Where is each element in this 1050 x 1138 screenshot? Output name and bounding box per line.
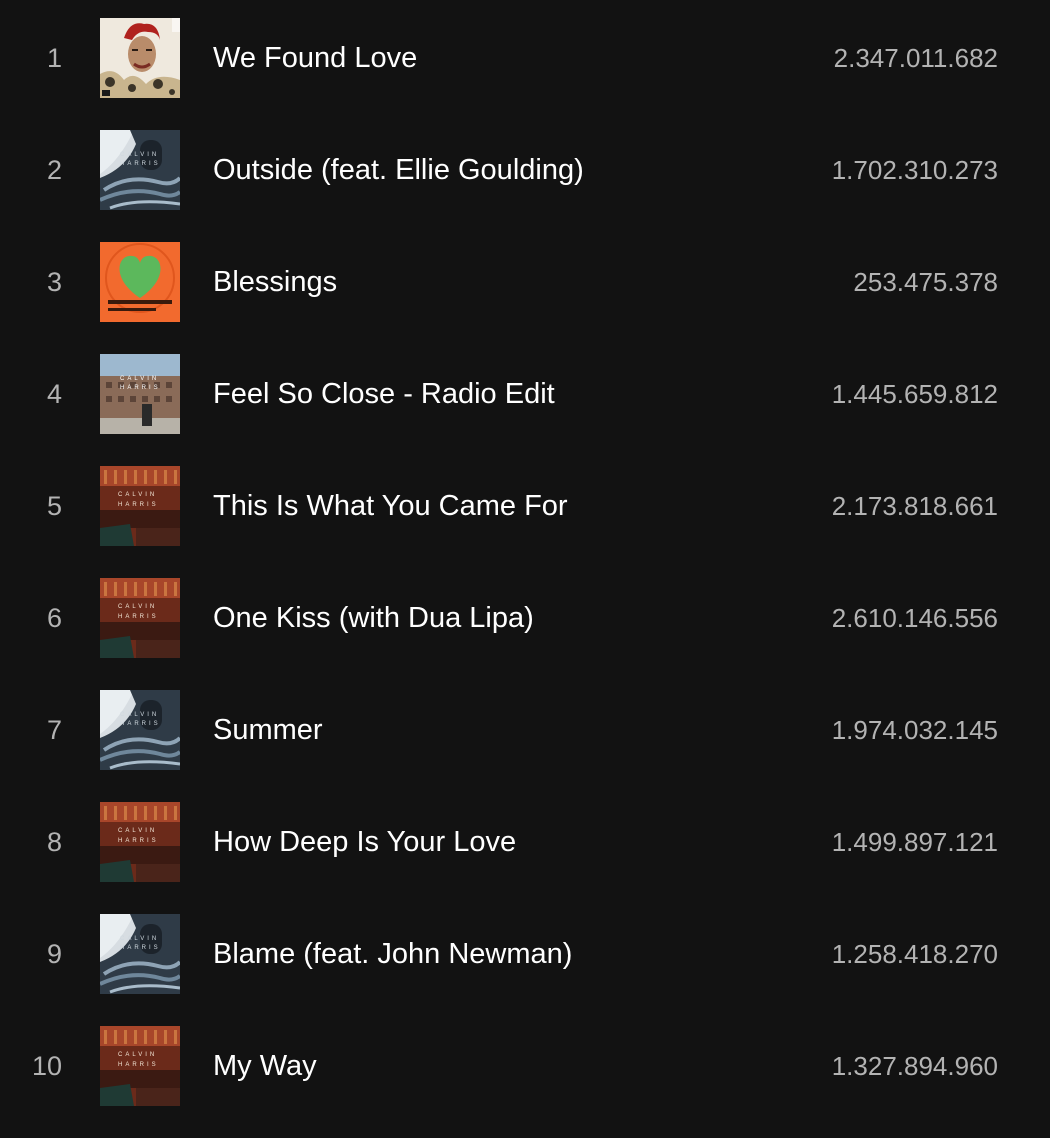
track-play-count: 2.347.011.682 [833, 43, 998, 73]
track-number: 8 [46, 827, 62, 857]
album-artwork: CALVIN HARRIS [100, 354, 180, 434]
track-number: 7 [46, 715, 62, 745]
track-row[interactable]: 7 CALVIN HARRIS Summer 1.974.032.145 [0, 690, 1050, 802]
track-title[interactable]: Blessings [213, 242, 337, 322]
track-row[interactable]: 9 CALVIN HARRIS Blame (feat. John Newman… [0, 914, 1050, 1026]
album-artwork [100, 18, 180, 98]
track-row[interactable]: 3 Blessings 253.475.378 [0, 242, 1050, 354]
track-title[interactable]: Blame (feat. John Newman) [213, 914, 572, 994]
artwork-text-calvin: CALVIN [120, 936, 159, 942]
artwork-text-calvin: CALVIN [118, 604, 157, 610]
album-artwork: CALVIN HARRIS [100, 130, 180, 210]
artwork-text-harris: HARRIS [120, 945, 161, 951]
album-artwork: CALVIN HARRIS [100, 690, 180, 770]
track-row[interactable]: 5 CALVIN HARRIS This Is What You Came Fo… [0, 466, 1050, 578]
album-artwork: CALVIN HARRIS [100, 466, 180, 546]
artwork-text-calvin: CALVIN [120, 712, 159, 718]
album-artwork: CALVIN HARRIS [100, 914, 180, 994]
album-artwork [100, 242, 180, 322]
track-number: 2 [46, 155, 62, 185]
artwork-text-harris: HARRIS [118, 502, 159, 508]
artwork-text-harris: HARRIS [118, 614, 159, 620]
track-play-count: 2.173.818.661 [831, 491, 998, 521]
track-number: 6 [46, 603, 62, 633]
artwork-text-harris: HARRIS [120, 721, 161, 727]
track-title[interactable]: How Deep Is Your Love [213, 802, 516, 882]
artwork-text-harris: HARRIS [118, 1062, 159, 1068]
track-play-count: 1.445.659.812 [831, 379, 998, 409]
artwork-text-calvin: CALVIN [120, 376, 159, 382]
artwork-text-harris: HARRIS [118, 838, 159, 844]
track-number: 9 [46, 939, 62, 969]
track-row[interactable]: 4 CALVIN HARRIS Feel So Close - Radio Ed… [0, 354, 1050, 466]
track-title[interactable]: Feel So Close - Radio Edit [213, 354, 555, 434]
artwork-text-calvin: CALVIN [118, 492, 157, 498]
track-row[interactable]: 6 CALVIN HARRIS One Kiss (with Dua Lipa)… [0, 578, 1050, 690]
track-play-count: 2.610.146.556 [831, 603, 998, 633]
track-number: 1 [46, 43, 62, 73]
track-title[interactable]: Summer [213, 690, 323, 770]
track-title[interactable]: My Way [213, 1026, 317, 1106]
track-row[interactable]: 1 We Found Love 2.347.011.682 [0, 18, 1050, 130]
album-artwork: CALVIN HARRIS [100, 578, 180, 658]
track-title[interactable]: Outside (feat. Ellie Goulding) [213, 130, 584, 210]
track-number: 3 [46, 267, 62, 297]
artwork-text-calvin: CALVIN [118, 1052, 157, 1058]
track-row[interactable]: 8 CALVIN HARRIS How Deep Is Your Love 1.… [0, 802, 1050, 914]
track-title[interactable]: One Kiss (with Dua Lipa) [213, 578, 534, 658]
track-play-count: 1.499.897.121 [831, 827, 998, 857]
track-play-count: 1.702.310.273 [831, 155, 998, 185]
track-list: 1 We Found Love 2.347.011.682 2 CALVIN H… [0, 0, 1050, 1122]
track-play-count: 1.327.894.960 [831, 1051, 998, 1081]
track-play-count: 1.974.032.145 [831, 715, 998, 745]
track-title[interactable]: We Found Love [213, 18, 417, 98]
track-number: 5 [46, 491, 62, 521]
artwork-text-harris: HARRIS [120, 161, 161, 167]
track-number: 10 [31, 1051, 62, 1081]
artwork-text-calvin: CALVIN [120, 152, 159, 158]
track-play-count: 253.475.378 [853, 267, 998, 297]
artwork-text-calvin: CALVIN [118, 828, 157, 834]
track-row[interactable]: 10 CALVIN HARRIS My Way 1.327.894.960 [0, 1026, 1050, 1138]
track-play-count: 1.258.418.270 [831, 939, 998, 969]
album-artwork: CALVIN HARRIS [100, 1026, 180, 1106]
artwork-text-harris: HARRIS [120, 385, 161, 391]
track-title[interactable]: This Is What You Came For [213, 466, 568, 546]
album-artwork: CALVIN HARRIS [100, 802, 180, 882]
track-row[interactable]: 2 CALVIN HARRIS Outside (feat. Ellie Gou… [0, 130, 1050, 242]
track-number: 4 [46, 379, 62, 409]
